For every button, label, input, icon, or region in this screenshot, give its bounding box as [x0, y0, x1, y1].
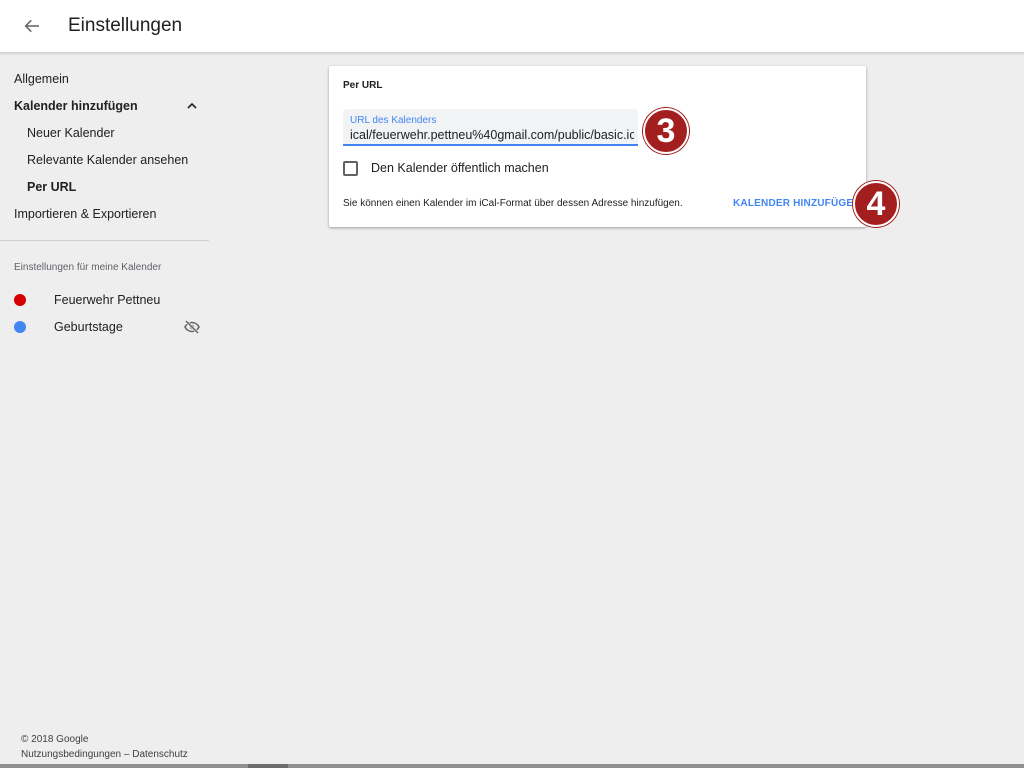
- sidebar-item-neuer-kalender[interactable]: Neuer Kalender: [27, 126, 115, 140]
- sidebar-item-importieren-exportieren[interactable]: Importieren & Exportieren: [14, 207, 156, 221]
- calendar-item-geburtstage[interactable]: Geburtstage: [0, 317, 209, 337]
- calendar-color-dot: [14, 321, 26, 333]
- calendar-label: Feuerwehr Pettneu: [54, 293, 161, 307]
- terms-link[interactable]: Nutzungsbedingungen: [21, 749, 121, 760]
- sidebar: Allgemein Kalender hinzufügen Neuer Kale…: [0, 53, 209, 768]
- url-input[interactable]: [350, 127, 634, 143]
- section-label-my-calendars: Einstellungen für meine Kalender: [14, 262, 162, 273]
- sidebar-divider: [0, 240, 209, 241]
- calendar-color-dot: [14, 294, 26, 306]
- per-url-card: Per URL URL des Kalenders Den Kalender ö…: [329, 66, 866, 227]
- page-title: Einstellungen: [68, 15, 183, 36]
- footer: © 2018 Google Nutzungsbedingungen – Date…: [21, 732, 188, 762]
- card-title: Per URL: [343, 80, 383, 91]
- chevron-up-icon[interactable]: [186, 100, 198, 112]
- calendar-item-feuerwehr-pettneu[interactable]: Feuerwehr Pettneu: [0, 290, 209, 310]
- sidebar-item-per-url[interactable]: Per URL: [27, 180, 76, 194]
- settings-page: Einstellungen Allgemein Kalender hinzufü…: [0, 0, 1024, 768]
- back-button[interactable]: [18, 12, 46, 40]
- public-checkbox-label[interactable]: Den Kalender öffentlich machen: [371, 161, 549, 175]
- sidebar-item-relevante-kalender[interactable]: Relevante Kalender ansehen: [27, 153, 188, 167]
- top-app-bar: Einstellungen: [0, 0, 1024, 53]
- sidebar-item-kalender-hinzufuegen[interactable]: Kalender hinzufügen: [14, 99, 138, 113]
- privacy-link[interactable]: Datenschutz: [132, 749, 188, 760]
- footer-separator: –: [123, 749, 130, 760]
- hint-text: Sie können einen Kalender im iCal-Format…: [343, 198, 683, 209]
- visibility-off-icon[interactable]: [184, 320, 200, 334]
- copyright: © 2018 Google: [21, 734, 89, 745]
- public-checkbox[interactable]: [343, 161, 358, 176]
- step-badge-4: 4: [853, 181, 899, 227]
- url-field-label: URL des Kalenders: [350, 115, 437, 126]
- calendar-label: Geburtstage: [54, 320, 123, 334]
- arrow-back-icon: [24, 19, 39, 33]
- footer-links: Nutzungsbedingungen – Datenschutz: [21, 747, 188, 762]
- bottom-strip: [0, 764, 1024, 768]
- step-badge-3: 3: [643, 108, 689, 154]
- url-field[interactable]: URL des Kalenders: [343, 109, 638, 146]
- sidebar-item-allgemein[interactable]: Allgemein: [14, 72, 69, 86]
- add-calendar-button[interactable]: KALENDER HINZUFÜGEN: [727, 192, 867, 214]
